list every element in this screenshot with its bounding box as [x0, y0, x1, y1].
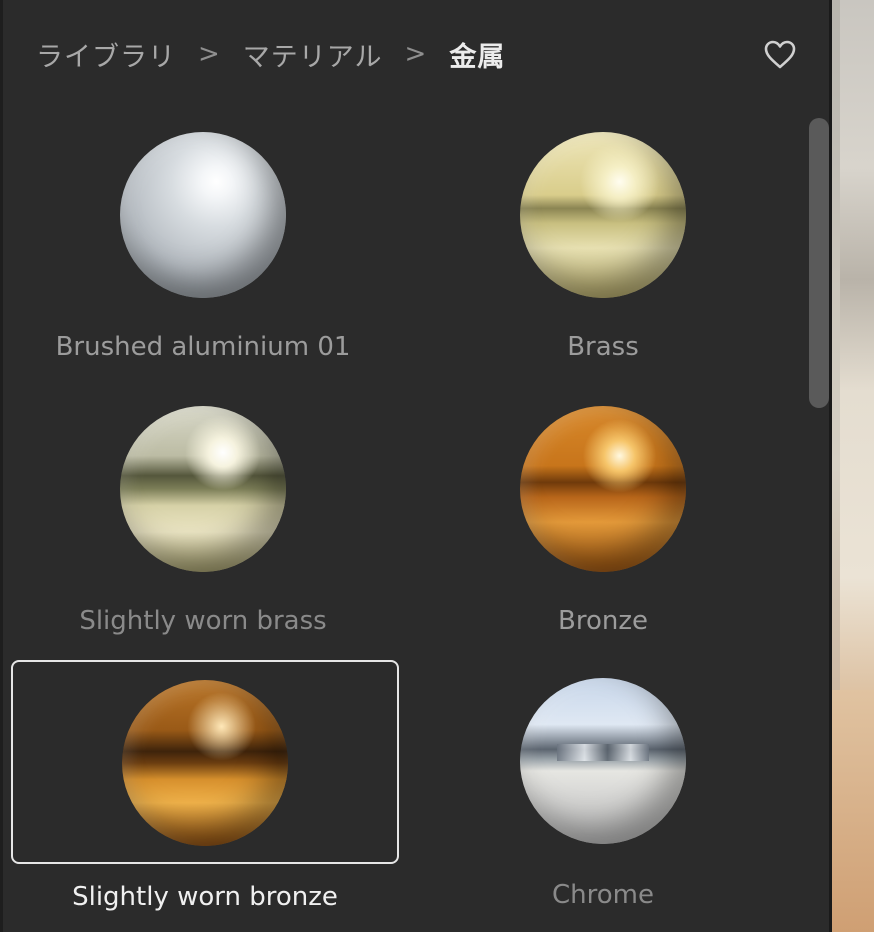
material-label: Bronze [558, 606, 648, 636]
material-tile-brushed-aluminium[interactable]: Brushed aluminium 01 [11, 118, 399, 362]
breadcrumb-item-metals: 金属 [449, 41, 506, 73]
breadcrumb-item-materials[interactable]: マテリアル [243, 35, 383, 74]
material-preview-sphere [520, 678, 686, 844]
material-tile-bronze[interactable]: Bronze [411, 392, 799, 636]
breadcrumb: ライブラリ > マテリアル > 金属 [36, 32, 505, 76]
material-label: Brass [567, 332, 639, 362]
3d-viewport[interactable] [832, 0, 874, 932]
material-label: Slightly worn bronze [72, 882, 338, 912]
material-tile-slightly-worn-bronze[interactable]: Slightly worn bronze [11, 660, 399, 912]
material-label: Chrome [552, 880, 654, 910]
material-tile-slightly-worn-brass[interactable]: Slightly worn brass [11, 392, 399, 636]
material-tile-brass[interactable]: Brass [411, 118, 799, 362]
material-label: Brushed aluminium 01 [55, 332, 351, 362]
material-library-panel: ライブラリ > マテリアル > 金属 Brushed aluminium 01 … [0, 0, 832, 932]
material-preview-sphere [520, 406, 686, 572]
breadcrumb-separator: > [404, 39, 428, 69]
material-preview-sphere [520, 132, 686, 298]
material-label: Slightly worn brass [79, 606, 327, 636]
scrollbar-thumb[interactable] [809, 118, 829, 408]
viewport-scene-floor [832, 690, 874, 932]
material-preview-sphere [120, 406, 286, 572]
heart-outline-icon[interactable] [763, 40, 797, 70]
material-preview-sphere [120, 132, 286, 298]
material-preview-sphere [122, 680, 288, 846]
breadcrumb-item-library[interactable]: ライブラリ [36, 35, 176, 74]
material-tile-chrome[interactable]: Chrome [411, 660, 799, 910]
breadcrumb-separator: > [198, 39, 221, 69]
